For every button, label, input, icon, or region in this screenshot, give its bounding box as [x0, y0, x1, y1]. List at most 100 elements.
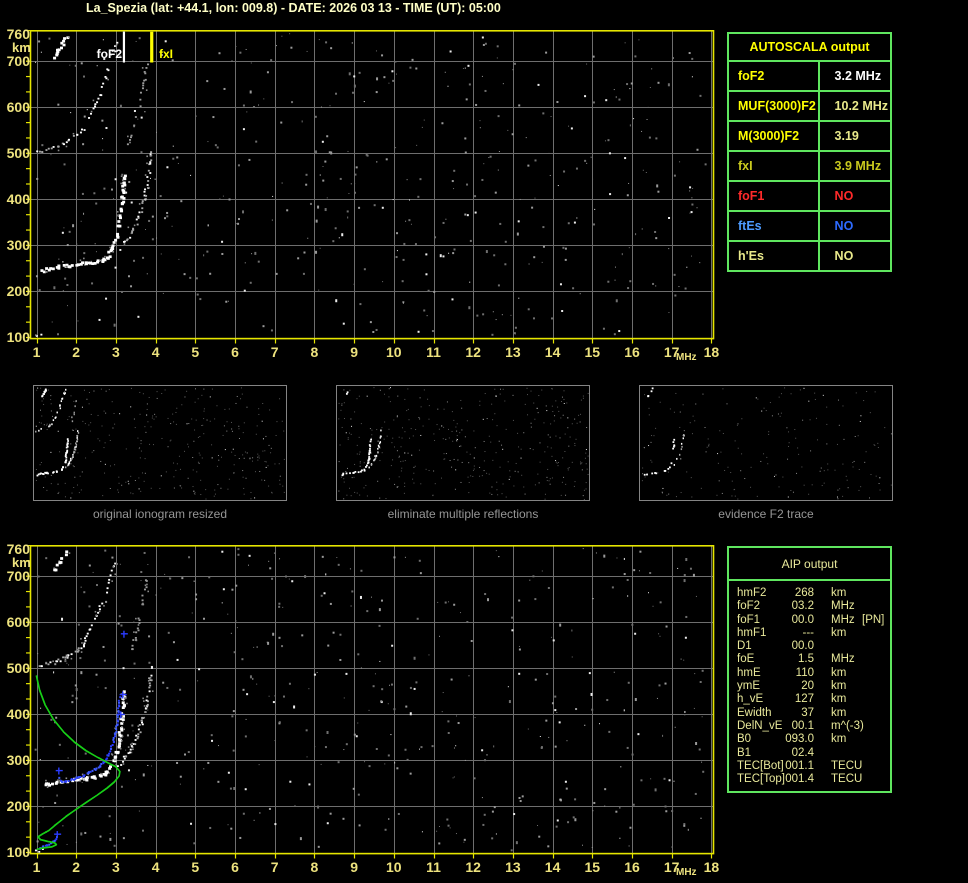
- aip-rows: hmF2 268 km foF2 03.2 MHz foF1 00.0 MHz [PN] hmF1 -…: [729, 587, 890, 786]
- thumbnail-eliminate: [336, 385, 590, 501]
- aip-header: AIP output: [781, 557, 838, 571]
- y-tick-label: 600: [6, 614, 30, 631]
- param-label: hmF1: [737, 626, 767, 639]
- param-value: NO: [817, 210, 893, 242]
- aip-row: h_vE 127 km: [729, 693, 890, 706]
- param-unit: TECU: [831, 759, 863, 772]
- param-value: 03.2: [791, 600, 814, 613]
- param-value: 02.4: [791, 746, 814, 759]
- x-tick-label: 8: [310, 344, 319, 360]
- x-tick-label: 4: [151, 859, 160, 875]
- x-tick-label: 9: [350, 859, 358, 875]
- param-value: 00.0: [791, 640, 814, 653]
- y-tick-label: 200: [6, 798, 30, 815]
- param-label: M(3000)F2: [727, 120, 820, 152]
- y-tick-label: 500: [6, 660, 30, 677]
- param-value: 1.5: [798, 653, 814, 666]
- aip-row: hmF2 268 km: [729, 587, 890, 600]
- param-label: B0: [737, 733, 752, 746]
- x-tick-label: 12: [465, 344, 481, 360]
- param-unit: MHz: [831, 613, 855, 626]
- x-tick-label: 3: [111, 859, 120, 875]
- autoscala-output-table: AUTOSCALA output foF2 3.2 MHz MUF(3000)F2 10…: [727, 32, 893, 272]
- autoscala-row: fxI 3.9 MHz: [727, 150, 893, 182]
- x-tick-label: 12: [465, 859, 481, 875]
- autoscala-row: ftEs NO: [727, 210, 893, 242]
- x-tick-label: 15: [584, 859, 601, 875]
- aip-row: hmE 110 km: [729, 667, 890, 680]
- fxI-annotation: fxI: [159, 47, 174, 61]
- x-tick-label: 7: [270, 859, 279, 875]
- aip-row: foE 1.5 MHz: [729, 653, 890, 666]
- param-label: ymE: [737, 680, 760, 693]
- thumbnail-original-canvas: [34, 386, 286, 500]
- y-tick-label: 760: [6, 25, 30, 42]
- param-unit: km: [831, 666, 847, 679]
- ionogram-canvas-top: [24, 30, 716, 346]
- autoscala-row: MUF(3000)F2 10.2 MHz: [727, 90, 893, 122]
- x-tick-label: 15: [584, 344, 601, 360]
- param-label: MUF(3000)F2: [727, 90, 820, 122]
- param-value: 00.0: [791, 613, 814, 626]
- aip-row: B0 093.0 km: [729, 733, 890, 746]
- param-label: foF2: [727, 60, 820, 92]
- x-tick-label: 17: [663, 344, 680, 360]
- param-value: 001.4: [785, 773, 814, 786]
- thumbnail-eliminate-canvas: [337, 386, 589, 500]
- aip-header-divider: [729, 579, 890, 581]
- y-tick-label: 700: [6, 53, 30, 70]
- param-value: 00.1: [791, 719, 814, 732]
- y-tick-label: 300: [6, 752, 30, 769]
- x-tick-label: 9: [350, 344, 358, 360]
- x-tick-label: 17: [663, 859, 680, 875]
- param-value: ---: [802, 626, 815, 639]
- x-tick-label: 5: [191, 859, 200, 875]
- aip-row: B1 02.4: [729, 747, 890, 760]
- param-unit: TECU: [831, 773, 863, 786]
- thumbnail-original-caption: original ionogram resized: [92, 507, 228, 521]
- y-tick-label: 500: [6, 145, 30, 162]
- aip-row: hmF1 --- km: [729, 627, 890, 640]
- param-unit: km: [831, 693, 847, 706]
- x-tick-label: 6: [231, 859, 239, 875]
- x-tick-label: 2: [72, 859, 81, 875]
- y-tick-label: 760: [6, 540, 30, 557]
- x-tick-label: 2: [72, 344, 81, 360]
- aip-row: D1 00.0: [729, 640, 890, 653]
- y-tick-label: 400: [6, 191, 30, 208]
- param-value: 001.1: [785, 759, 814, 772]
- x-tick-label: 7: [270, 344, 279, 360]
- param-label: h'Es: [727, 240, 820, 272]
- x-tick-label: 14: [544, 859, 561, 875]
- foF2-annotation: foF2: [96, 47, 122, 61]
- param-label: D1: [737, 640, 752, 653]
- x-tick-label: 5: [191, 344, 200, 360]
- x-tick-label: 16: [624, 344, 640, 360]
- x-tick-label: 13: [505, 859, 521, 875]
- thumbnail-evidence: [639, 385, 893, 501]
- param-label: foF1: [737, 613, 761, 626]
- thumbnail-evidence-canvas: [640, 386, 892, 500]
- param-value: 20: [801, 680, 814, 693]
- param-label: foF2: [737, 600, 761, 613]
- y-tick-label: 400: [6, 706, 30, 723]
- x-tick-label: 8: [310, 859, 319, 875]
- autoscala-row: foF2 3.2 MHz: [727, 60, 893, 92]
- param-value: NO: [817, 180, 893, 212]
- param-label: foE: [737, 653, 755, 666]
- autoscala-row: h'Es NO: [727, 240, 893, 272]
- param-value: 093.0: [785, 733, 814, 746]
- param-label: TEC[Top]: [737, 773, 785, 786]
- param-label: h_vE: [737, 693, 764, 706]
- thumbnail-eliminate-caption: eliminate multiple reflections: [387, 507, 539, 521]
- y-tick-label: 600: [6, 99, 30, 116]
- y-tick-label: 700: [6, 568, 30, 585]
- x-tick-label: 18: [703, 344, 720, 360]
- y-tick-label: 100: [6, 844, 30, 861]
- param-label: TEC[Bot]: [737, 759, 784, 772]
- x-tick-label: 3: [111, 344, 120, 360]
- x-tick-label: 13: [505, 344, 521, 360]
- x-tick-label: 1: [32, 859, 41, 875]
- param-value: 3.2 MHz: [817, 60, 893, 92]
- param-unit: km: [831, 733, 847, 746]
